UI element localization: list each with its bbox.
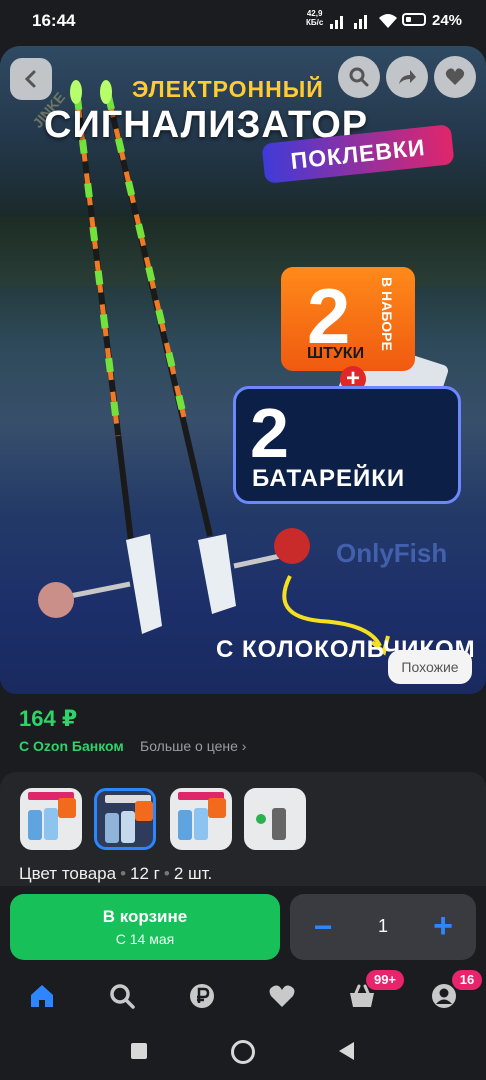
wifi-icon	[379, 14, 397, 28]
increase-button[interactable]: +	[428, 907, 458, 946]
bottom-nav	[0, 970, 486, 1022]
profile-badge: 16	[452, 970, 482, 990]
kit-side-label: В НАБОРЕ	[379, 277, 395, 351]
variant-thumb-2-selected[interactable]	[94, 788, 156, 850]
chevron-right-icon: ›	[241, 738, 247, 754]
variant-thumb-4[interactable]	[244, 788, 306, 850]
quantity-value: 1	[377, 916, 388, 936]
decrease-button[interactable]: −	[308, 909, 338, 946]
batteries-word: БАТАРЕЙКИ	[252, 465, 406, 492]
network-speed-value: 42,9	[306, 9, 323, 18]
variant-thumb-3[interactable]	[170, 788, 232, 850]
attr-color: Цвет товара	[19, 864, 117, 883]
in-cart-button[interactable]: В корзине С 14 мая	[10, 894, 280, 960]
home-system-icon[interactable]	[231, 1040, 255, 1064]
ozon-bank-label: С Ozon Банком	[19, 738, 124, 754]
battery-percent: 24%	[432, 12, 463, 29]
batteries-badge: 2 БАТАРЕЙКИ	[233, 386, 461, 504]
similar-button[interactable]: Похожие	[388, 650, 472, 684]
favorite-button[interactable]	[434, 56, 476, 98]
kit-word: ШТУКИ	[307, 345, 365, 362]
battery-icon	[402, 13, 426, 26]
attr-count: 2 шт.	[173, 864, 213, 883]
home-icon[interactable]	[28, 982, 56, 1010]
attr-weight: 12 г	[130, 864, 160, 883]
kit-badge: 2 ШТУКИ В НАБОРЕ	[281, 267, 415, 371]
share-icon	[399, 70, 416, 84]
batteries-count: 2	[250, 394, 289, 472]
ruble-icon[interactable]	[188, 982, 216, 1010]
price: 164 ₽	[19, 706, 78, 731]
search-icon	[349, 67, 369, 87]
heart-nav-icon[interactable]	[268, 982, 296, 1010]
heart-icon	[445, 68, 465, 85]
price-details-link[interactable]: Больше о цене ›	[140, 738, 246, 754]
network-speed: 42,9 КБ/с	[306, 9, 323, 27]
delivery-date: С 14 мая	[115, 931, 175, 947]
status-bar: 16:44 42,9 КБ/с 24%	[0, 0, 486, 44]
price-details-label: Больше о цене	[140, 738, 238, 754]
cart-badge: 99+	[366, 970, 404, 990]
headline-line1: ЭЛЕКТРОННЫЙ	[132, 76, 324, 102]
product-image[interactable]: JINKE ЭЛЕКТРОННЫЙ СИГНАЛИЗАТОР ПОКЛЕВКИ …	[0, 46, 486, 694]
back-system-icon[interactable]	[339, 1042, 354, 1060]
variant-thumb-1[interactable]	[20, 788, 82, 850]
status-time: 16:44	[32, 11, 76, 30]
chevron-left-icon	[24, 70, 36, 88]
search-nav-icon[interactable]	[108, 982, 136, 1010]
search-button[interactable]	[338, 56, 380, 98]
network-speed-unit: КБ/с	[306, 18, 324, 27]
share-button[interactable]	[386, 56, 428, 98]
recents-icon[interactable]	[131, 1043, 147, 1059]
watermark-onlyfish: OnlyFish	[336, 538, 448, 568]
product-attributes: Цвет товара • 12 г • 2 шт.	[19, 864, 213, 883]
quantity-stepper: − 1 +	[290, 894, 476, 960]
in-cart-label: В корзине	[102, 907, 188, 926]
signal-icon	[330, 15, 367, 29]
back-button[interactable]	[10, 58, 52, 100]
